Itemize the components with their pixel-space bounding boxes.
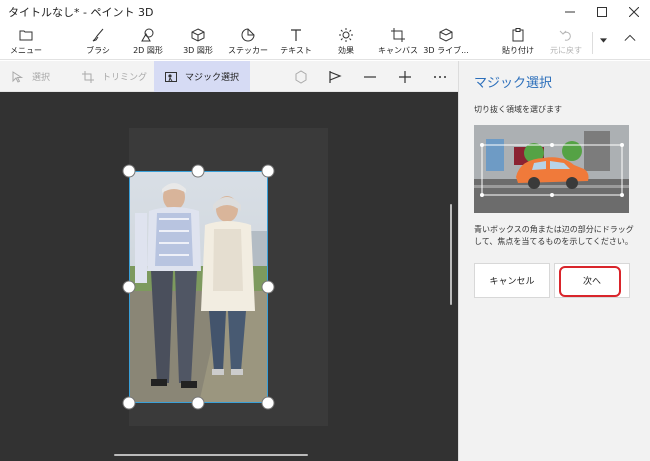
collapse-ribbon-button[interactable] <box>620 32 640 64</box>
2d-shapes-button[interactable]: 2D 図形 <box>128 26 168 58</box>
cancel-button[interactable]: キャンセル <box>474 263 550 298</box>
panel-instructions: 青いボックスの角または辺の部分にドラッグして、焦点を当てるものを示してください。 <box>474 225 634 246</box>
brush-button[interactable]: ブラシ <box>80 26 116 58</box>
sticker-label: ステッカー <box>228 46 268 55</box>
sticker-button[interactable]: ステッカー <box>228 26 268 58</box>
undo-button[interactable]: 元に戻す <box>546 26 586 58</box>
resize-handle-bottom[interactable] <box>191 396 205 410</box>
3d-view-icon <box>295 69 306 84</box>
magic-select-illustration <box>474 125 629 213</box>
panel-title: マジック選択 <box>474 76 553 91</box>
undo-icon <box>559 30 571 41</box>
maximize-icon <box>597 7 607 17</box>
2d-shapes-icon <box>141 28 154 42</box>
resize-handle-bottom-left[interactable] <box>122 396 136 410</box>
crop-tool-button[interactable]: トリミング <box>82 61 152 92</box>
flag-icon <box>328 70 342 83</box>
maximize-button[interactable] <box>586 0 618 24</box>
more-icon <box>433 75 446 78</box>
chevron-up-icon <box>624 34 636 41</box>
resize-handle-bottom-right[interactable] <box>261 396 275 410</box>
undo-label: 元に戻す <box>550 46 582 55</box>
3d-library-icon <box>439 28 453 42</box>
resize-handle-left[interactable] <box>122 280 136 294</box>
select-tool-button[interactable]: 選択 <box>12 61 72 92</box>
minimize-icon <box>565 11 575 13</box>
crop-tool-label: トリミング <box>102 73 148 83</box>
next-button-highlight <box>559 266 621 297</box>
magic-select-tool-label: マジック選択 <box>184 73 239 83</box>
ribbon-divider <box>592 32 593 54</box>
window-title: タイトルなし* - ペイント 3D <box>8 6 154 19</box>
2d-shapes-label: 2D 図形 <box>133 46 163 55</box>
car-illustration-image <box>474 125 629 213</box>
title-bar: タイトルなし* - ペイント 3D <box>0 0 650 24</box>
menu-label: メニュー <box>10 46 42 55</box>
text-icon <box>291 29 301 41</box>
zoom-in-button[interactable] <box>397 69 412 84</box>
folder-icon <box>19 30 33 41</box>
panel-description: 切り抜く領域を選びます <box>474 105 562 114</box>
minus-icon <box>363 75 376 78</box>
chevron-down-icon <box>599 38 607 43</box>
minimize-button[interactable] <box>554 0 586 24</box>
menu-button[interactable]: メニュー <box>8 26 44 58</box>
effects-label: 効果 <box>338 46 354 55</box>
3d-view-button[interactable] <box>293 69 308 84</box>
paste-icon <box>512 28 524 42</box>
flag-button[interactable] <box>327 69 342 84</box>
3d-shapes-label: 3D 図形 <box>183 46 213 55</box>
vertical-scrollbar[interactable] <box>450 204 452 305</box>
3d-library-label: 3D ライブ... <box>423 46 469 55</box>
zoom-out-button[interactable] <box>362 69 377 84</box>
sub-toolbar: 選択 トリミング マジック選択 <box>0 61 458 92</box>
magic-select-icon <box>164 71 177 82</box>
select-tool-label: 選択 <box>32 73 51 83</box>
sticker-icon <box>241 28 255 42</box>
canvas-button[interactable]: キャンバス <box>376 26 420 58</box>
canvas-icon <box>391 28 405 42</box>
resize-handle-top-right[interactable] <box>261 164 275 178</box>
more-options-button[interactable] <box>432 69 447 84</box>
close-icon <box>629 7 639 17</box>
canvas-area[interactable] <box>0 92 458 461</box>
text-button[interactable]: テキスト <box>278 26 314 58</box>
effects-button[interactable]: 効果 <box>328 26 364 58</box>
brush-icon <box>92 28 104 42</box>
selection-box[interactable] <box>129 171 268 403</box>
text-label: テキスト <box>280 46 312 55</box>
crop-icon <box>82 70 94 83</box>
magic-select-panel: マジック選択 切り抜く領域を選びます 青いボックスの角または辺の部分にドラッグし <box>458 61 650 461</box>
canvas-label: キャンバス <box>378 46 418 55</box>
paste-label: 貼り付け <box>502 46 534 55</box>
effects-icon <box>339 28 353 42</box>
3d-library-button[interactable]: 3D ライブ... <box>423 26 469 58</box>
3d-shapes-button[interactable]: 3D 図形 <box>178 26 218 58</box>
3d-shapes-icon <box>191 28 205 42</box>
paste-button[interactable]: 貼り付け <box>498 26 538 58</box>
close-button[interactable] <box>618 0 650 24</box>
resize-handle-right[interactable] <box>261 280 275 294</box>
magic-select-tool-button[interactable]: マジック選択 <box>154 61 250 92</box>
brush-label: ブラシ <box>86 46 110 55</box>
ribbon-toolbar: メニュー ブラシ 2D 図形 3D 図形 ステッカー テキスト 効果 キャンバス… <box>0 24 650 60</box>
cursor-icon <box>12 70 24 83</box>
resize-handle-top[interactable] <box>191 164 205 178</box>
horizontal-scrollbar[interactable] <box>114 454 308 456</box>
resize-handle-top-left[interactable] <box>122 164 136 178</box>
plus-icon <box>398 70 411 83</box>
